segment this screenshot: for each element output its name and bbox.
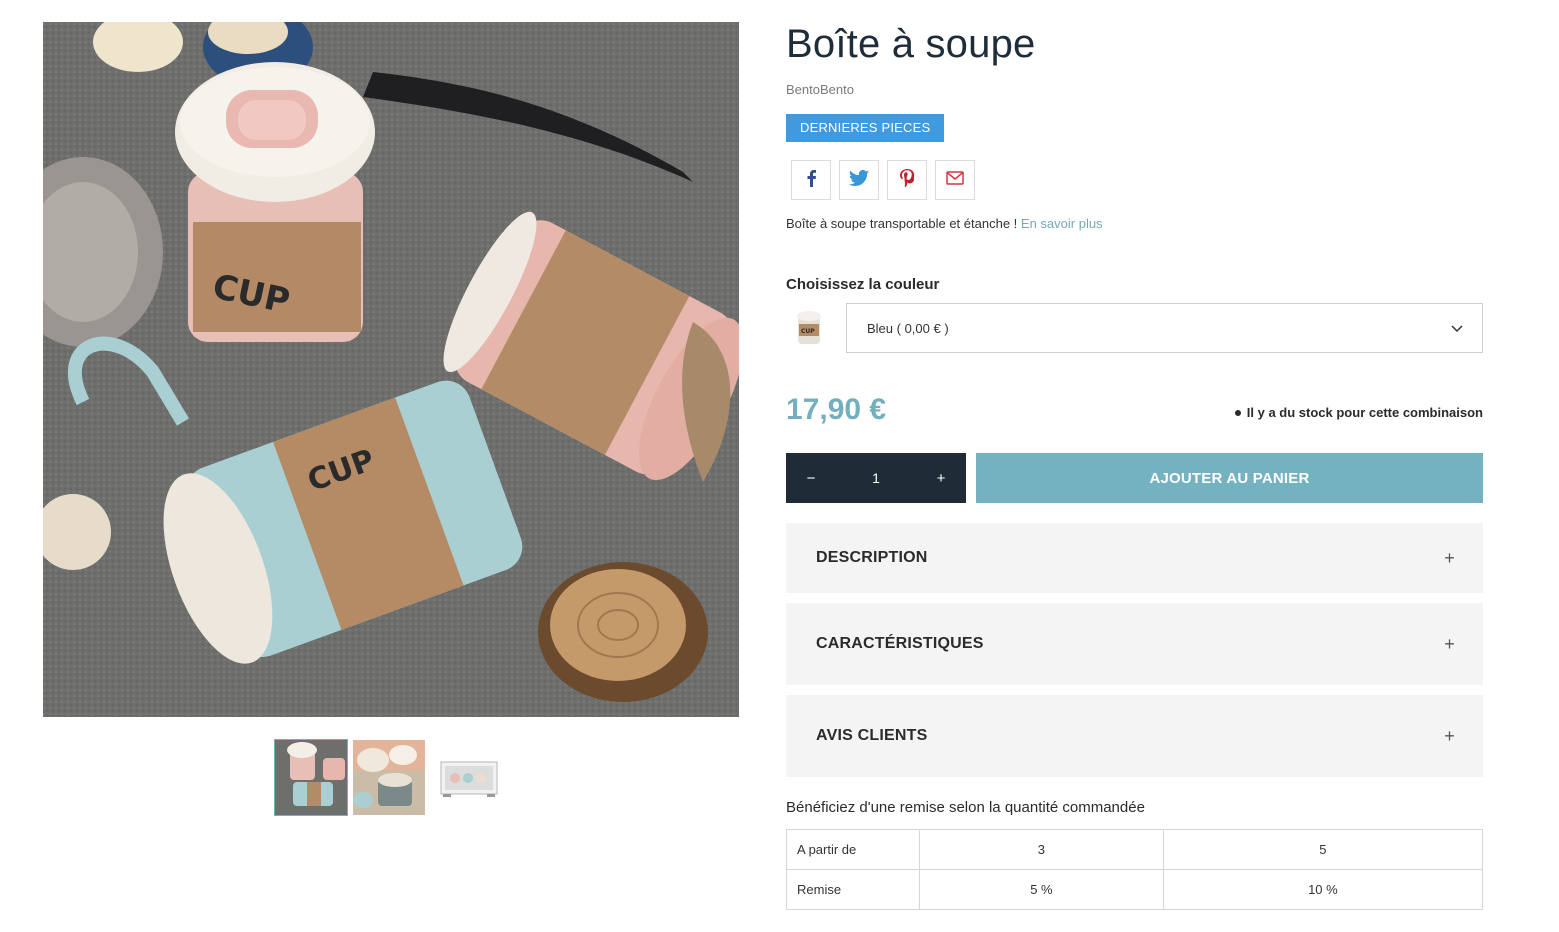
quantity-stepper: − 1 +: [786, 453, 966, 503]
table-cell: 3: [919, 829, 1164, 870]
quantity-decrease-button[interactable]: −: [786, 453, 836, 503]
share-email-button[interactable]: [935, 160, 975, 200]
plus-icon: +: [1444, 547, 1455, 568]
share-facebook-button[interactable]: [791, 160, 831, 200]
variant-label: Choisissez la couleur: [786, 276, 940, 293]
table-row: Remise 5 % 10 %: [786, 869, 1484, 910]
product-summary: Boîte à soupe transportable et étanche !…: [786, 216, 1103, 231]
color-select-value: Bleu ( 0,00 € ): [867, 320, 949, 336]
twitter-icon: [849, 169, 869, 191]
stock-badge: DERNIERES PIECES: [786, 114, 945, 142]
stock-status-text: Il y a du stock pour cette combinaison: [1246, 405, 1483, 420]
social-share: [791, 160, 975, 200]
product-price: 17,90 €: [786, 393, 887, 426]
read-more-link[interactable]: En savoir plus: [1021, 216, 1103, 231]
svg-text:CUP: CUP: [801, 328, 815, 335]
accordion-description[interactable]: DESCRIPTION +: [786, 523, 1483, 593]
accordion-description-label: DESCRIPTION: [816, 549, 928, 566]
stock-status: Il y a du stock pour cette combinaison: [1234, 405, 1483, 420]
email-icon: [946, 170, 964, 190]
add-to-cart-button[interactable]: AJOUTER AU PANIER: [976, 453, 1483, 503]
table-cell: 5: [1162, 829, 1484, 870]
thumbnail-2[interactable]: [352, 739, 426, 816]
pinterest-icon: [900, 168, 915, 192]
stock-dot-icon: [1234, 409, 1241, 416]
table-cell: Remise: [786, 869, 920, 910]
table-cell: 10 %: [1162, 869, 1484, 910]
table-cell: A partir de: [786, 829, 920, 870]
color-select[interactable]: Bleu ( 0,00 € ): [846, 303, 1483, 353]
variant-color-thumbnail: CUP: [790, 306, 828, 348]
quantity-input[interactable]: 1: [836, 470, 916, 486]
chevron-down-icon: [1450, 321, 1464, 338]
product-title: Boîte à soupe: [786, 22, 1036, 66]
share-twitter-button[interactable]: [839, 160, 879, 200]
quantity-increase-button[interactable]: +: [916, 453, 966, 503]
plus-icon: +: [1444, 725, 1455, 746]
table-row: A partir de 3 5: [786, 829, 1484, 870]
thumbnail-1[interactable]: [274, 739, 348, 816]
product-brand: BentoBento: [786, 82, 854, 97]
accordion-features[interactable]: CARACTÉRISTIQUES +: [786, 603, 1483, 685]
discount-title: Bénéficiez d'une remise selon la quantit…: [786, 799, 1145, 816]
accordion-reviews[interactable]: AVIS CLIENTS +: [786, 695, 1483, 777]
summary-text: Boîte à soupe transportable et étanche !: [786, 216, 1018, 231]
product-main-image[interactable]: CUP CUP: [43, 22, 739, 717]
table-cell: 5 %: [919, 869, 1164, 910]
accordion-features-label: CARACTÉRISTIQUES: [816, 635, 984, 652]
facebook-icon: [805, 169, 817, 192]
share-pinterest-button[interactable]: [887, 160, 927, 200]
accordion-reviews-label: AVIS CLIENTS: [816, 727, 928, 744]
plus-icon: +: [1444, 633, 1455, 654]
thumbnail-strip: [274, 739, 504, 816]
thumbnail-3[interactable]: [430, 739, 504, 816]
discount-table: A partir de 3 5 Remise 5 % 10 %: [786, 829, 1484, 910]
